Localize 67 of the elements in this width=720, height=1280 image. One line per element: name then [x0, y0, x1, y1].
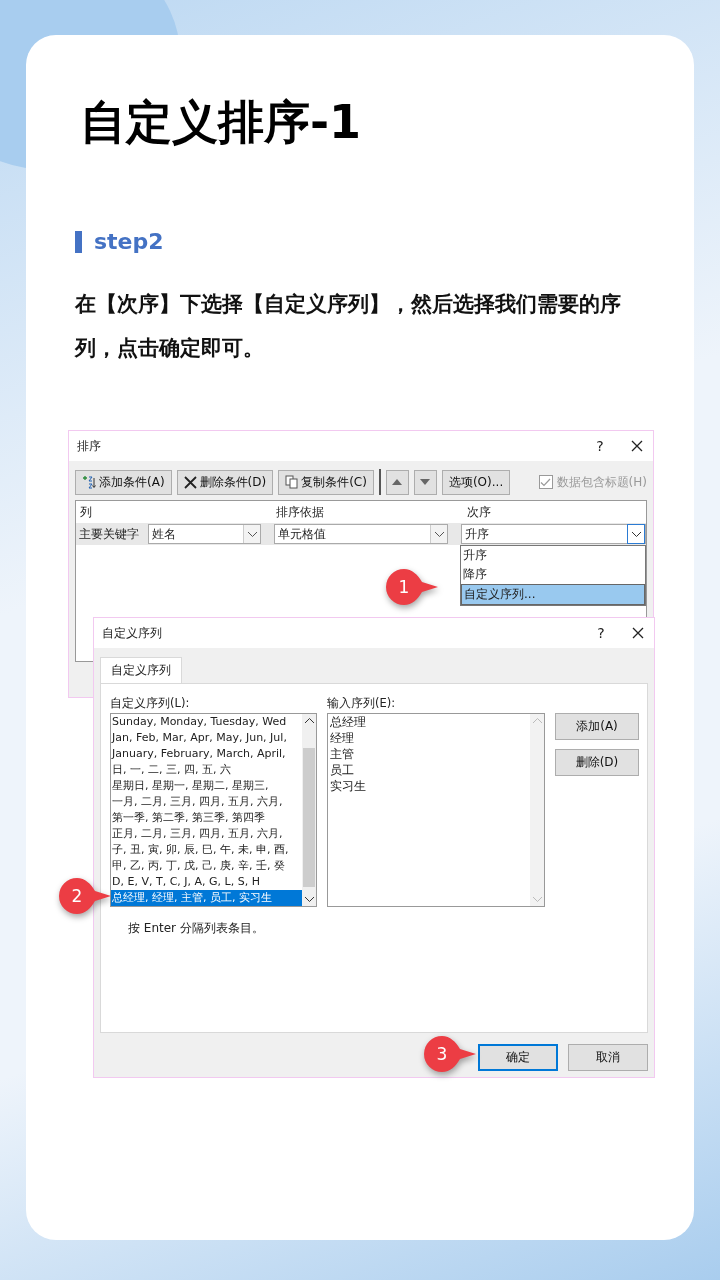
list-item[interactable]: 子, 丑, 寅, 卯, 辰, 巳, 午, 未, 申, 酉,	[111, 842, 302, 858]
entry-line: 总经理	[329, 714, 367, 730]
checkbox-label: 数据包含标题(H)	[556, 473, 647, 491]
close-icon[interactable]	[632, 627, 644, 639]
entry-line: 主管	[329, 746, 355, 762]
list-action-button[interactable]: 删除(D)	[555, 749, 639, 776]
list-action-button[interactable]: 添加(A)	[555, 713, 639, 740]
field-label: 自定义序列(L):	[110, 696, 191, 711]
list-item[interactable]: 一月, 二月, 三月, 四月, 五月, 六月,	[111, 794, 302, 810]
step-marker: 2	[58, 877, 112, 915]
menu-item[interactable]: 降序	[461, 565, 645, 584]
scroll-up-icon[interactable]	[304, 718, 314, 723]
page-title: 自定义排序-1	[79, 94, 363, 151]
hint-text: 按 Enter 分隔列表条目。	[128, 920, 265, 937]
sort-on-dropdown[interactable]: 单元格值	[274, 524, 448, 544]
column-header: 列	[79, 503, 93, 521]
step-label: step2	[94, 229, 164, 254]
scrollbar[interactable]	[302, 714, 316, 906]
close-icon[interactable]	[631, 440, 643, 452]
list-item[interactable]: 总经理, 经理, 主管, 员工, 实习生	[111, 890, 302, 906]
list-item[interactable]: Jan, Feb, Mar, Apr, May, Jun, Jul,	[111, 730, 302, 746]
entry-line: 员工	[329, 762, 355, 778]
help-button[interactable]: ?	[594, 625, 608, 641]
options-button[interactable]: 选项(O)...	[441, 469, 511, 495]
move-down-button[interactable]	[413, 469, 437, 495]
list-item[interactable]: January, February, March, April,	[111, 746, 302, 762]
column-header: 次序	[466, 503, 491, 521]
menu-item[interactable]: 升序	[461, 546, 645, 565]
copy-condition-button[interactable]: 复制条件(C)	[278, 469, 374, 495]
step-marker: 1	[385, 568, 439, 606]
field-label: 输入序列(E):	[327, 696, 397, 711]
entry-line: 实习生	[329, 778, 367, 794]
order-dropdown[interactable]: 升序	[461, 524, 646, 544]
step-bar-icon	[75, 230, 82, 253]
instruction-text: 在【次序】下选择【自定义序列】，然后选择我们需要的序列，点击确定即可。	[75, 291, 622, 362]
list-item[interactable]: 正月, 二月, 三月, 四月, 五月, 六月,	[111, 826, 302, 842]
add-sort-icon	[82, 475, 96, 489]
dialog-title: 排序	[77, 437, 102, 455]
dialog-title: 自定义序列	[102, 624, 163, 642]
tab[interactable]: 自定义序列	[100, 657, 182, 683]
menu-item[interactable]: 自定义序列...	[461, 584, 645, 605]
add-condition-button[interactable]: 添加条件(A)	[75, 469, 172, 495]
column-header: 排序依据	[275, 503, 325, 521]
list-item[interactable]: 第一季, 第二季, 第三季, 第四季	[111, 810, 302, 826]
delete-condition-button[interactable]: 删除条件(D)	[176, 469, 274, 495]
list-item[interactable]: Sunday, Monday, Tuesday, Wed	[111, 714, 302, 730]
move-up-button[interactable]	[385, 469, 409, 495]
list-item[interactable]: 星期日, 星期一, 星期二, 星期三,	[111, 778, 302, 794]
copy-icon	[285, 475, 299, 489]
chevron-down-icon	[631, 531, 641, 537]
list-box[interactable]	[110, 713, 317, 907]
down-triangle-icon	[420, 479, 431, 485]
chevron-down-icon	[247, 531, 257, 537]
dialog-button[interactable]: 取消	[568, 1044, 648, 1071]
entry-line: 经理	[329, 730, 355, 746]
chevron-down-icon	[434, 531, 444, 537]
list-item[interactable]: 日, 一, 二, 三, 四, 五, 六	[111, 762, 302, 778]
dialog-button[interactable]: 确定	[478, 1044, 558, 1071]
list-item[interactable]: D, E, V, T, C, J, A, G, L, S, H	[111, 874, 302, 890]
up-triangle-icon	[392, 479, 403, 485]
delete-icon	[183, 475, 197, 489]
help-button[interactable]: ?	[593, 438, 607, 454]
column-dropdown[interactable]: 姓名	[148, 524, 261, 544]
scroll-down-icon[interactable]	[304, 897, 314, 902]
step-marker: 3	[423, 1035, 477, 1073]
row-label: 主要关键字	[78, 525, 140, 543]
list-item[interactable]: 甲, 乙, 丙, 丁, 戊, 己, 庚, 辛, 壬, 癸	[111, 858, 302, 874]
